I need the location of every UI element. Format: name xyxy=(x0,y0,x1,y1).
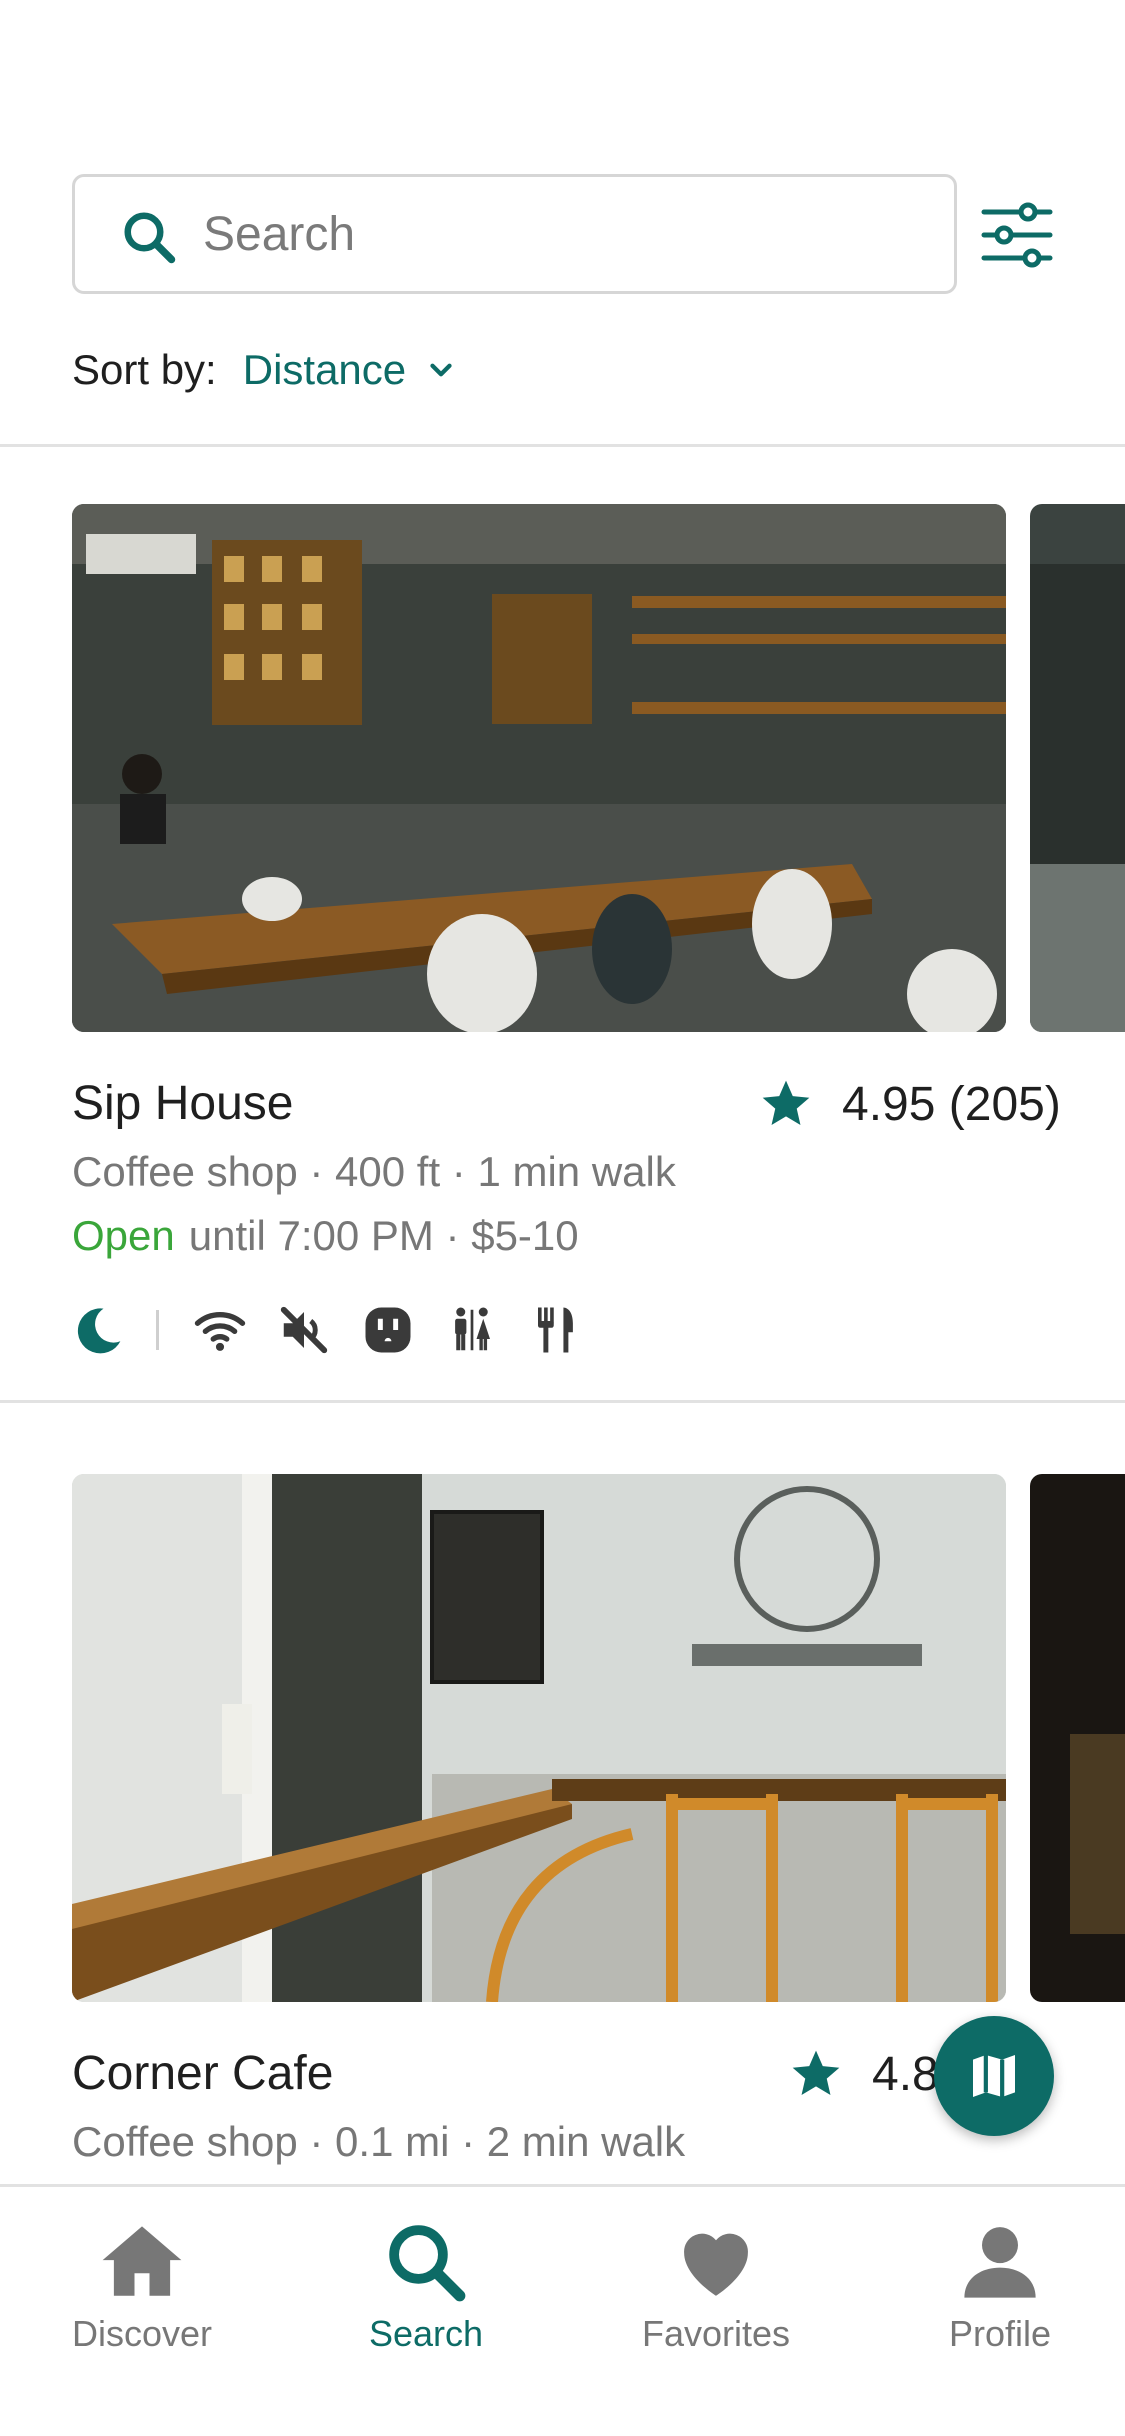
open-status: Open xyxy=(72,1212,175,1259)
place-hours: Open until 7:00 PM · $5-10 xyxy=(72,1212,579,1260)
rating: 4.95 (205) xyxy=(758,1076,1061,1132)
map-button[interactable] xyxy=(934,2016,1054,2136)
sort-value[interactable]: Distance xyxy=(243,346,406,394)
star-icon xyxy=(762,1080,810,1125)
moon-icon xyxy=(72,1303,126,1357)
nav-label: Favorites xyxy=(641,2313,791,2354)
separator xyxy=(156,1310,159,1350)
nav-profile[interactable]: Profile xyxy=(900,2217,1100,2355)
divider xyxy=(0,1400,1125,1403)
hours-text: until 7:00 PM · $5-10 xyxy=(188,1212,579,1259)
bottom-nav: Discover Search Favorites Profile xyxy=(0,2184,1125,2436)
place-name[interactable]: Sip House xyxy=(72,1076,293,1131)
map-icon xyxy=(973,2055,1015,2097)
nav-favorites[interactable]: Favorites xyxy=(616,2217,816,2355)
screen: Search Sort by: Distance Sip House 4.95 … xyxy=(0,0,1125,2436)
place-photo-next[interactable] xyxy=(1030,504,1125,1032)
place-photo[interactable] xyxy=(72,504,1006,1032)
nav-discover[interactable]: Discover xyxy=(42,2217,242,2355)
sliders-icon xyxy=(981,202,1053,268)
place-photo[interactable] xyxy=(72,1474,1006,2002)
nav-label: Discover xyxy=(71,2313,213,2354)
rating-value: 4.8 xyxy=(872,2047,939,2101)
place-meta: Coffee shop · 400 ft · 1 min walk xyxy=(72,1148,676,1195)
no-sound-icon xyxy=(277,1303,331,1357)
place-meta: Coffee shop · 0.1 mi · 2 min walk xyxy=(72,2118,686,2165)
person-icon xyxy=(964,2227,1036,2298)
nav-label: Profile xyxy=(948,2313,1052,2354)
restroom-icon xyxy=(445,1303,499,1357)
food-icon xyxy=(529,1303,583,1357)
filter-button[interactable] xyxy=(980,200,1054,270)
sort-control[interactable]: Sort by: Distance xyxy=(72,340,458,400)
chevron-down-icon[interactable] xyxy=(424,353,458,387)
home-icon xyxy=(102,2226,182,2296)
nav-search[interactable]: Search xyxy=(326,2217,526,2355)
nav-label: Search xyxy=(368,2313,484,2354)
search-icon xyxy=(124,212,176,264)
heart-icon xyxy=(684,2233,748,2296)
search-placeholder: Search xyxy=(203,208,356,261)
star-icon xyxy=(792,2050,840,2095)
outlet-icon xyxy=(361,1303,415,1357)
rating: 4.8 xyxy=(788,2046,939,2102)
place-photo-next[interactable] xyxy=(1030,1474,1125,2002)
search-icon xyxy=(389,2225,466,2302)
divider xyxy=(0,444,1125,447)
sort-label: Sort by: xyxy=(72,346,217,393)
amenities xyxy=(72,1302,613,1358)
place-name[interactable]: Corner Cafe xyxy=(72,2046,333,2101)
rating-value: 4.95 (205) xyxy=(842,1077,1061,1131)
wifi-icon xyxy=(193,1303,247,1357)
search-input[interactable]: Search xyxy=(72,174,957,294)
